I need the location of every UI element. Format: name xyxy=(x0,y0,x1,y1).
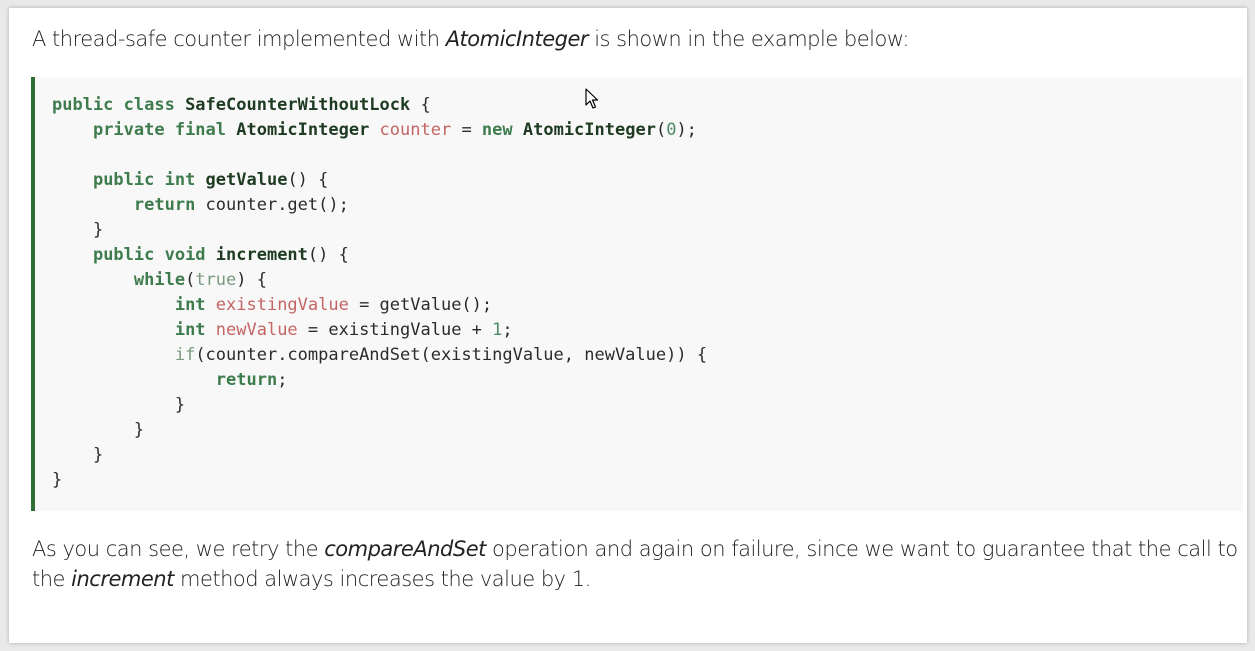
outro-text-1: As you can see, we retry the xyxy=(32,537,325,561)
code-line: } xyxy=(52,420,145,440)
code-line: } xyxy=(52,445,104,465)
mouse-pointer-icon xyxy=(585,88,599,109)
code-line: private final AtomicInteger counter = ne… xyxy=(92,120,697,140)
code-line: if(counter.compareAndSet(existingValue, … xyxy=(174,345,708,365)
code-line: public class SafeCounterWithoutLock { xyxy=(52,95,431,115)
intro-emphasis: AtomicInteger xyxy=(445,27,589,51)
outro-text-3: method always increases the value by 1. xyxy=(173,567,591,591)
code-line: return; xyxy=(215,370,288,390)
code-listing: public class SafeCounterWithoutLock { pr… xyxy=(52,93,707,493)
code-line: int newValue = existingValue + 1; xyxy=(174,320,513,340)
code-block: public class SafeCounterWithoutLock { pr… xyxy=(31,77,1243,511)
code-line: } xyxy=(52,395,186,415)
outro-emphasis-1: compareAndSet xyxy=(324,537,486,561)
code-line: int existingValue = getValue(); xyxy=(174,295,493,315)
intro-paragraph: A thread-safe counter implemented with A… xyxy=(32,24,1222,54)
outro-emphasis-2: increment xyxy=(71,567,174,591)
code-line: public void increment() { xyxy=(92,245,349,265)
code-line: } xyxy=(52,220,104,240)
code-line: public int getValue() { xyxy=(92,170,329,190)
outro-paragraph: As you can see, we retry the compareAndS… xyxy=(32,534,1242,594)
intro-text-before: A thread-safe counter implemented with xyxy=(32,27,446,51)
article-card: A thread-safe counter implemented with A… xyxy=(9,8,1247,643)
code-line: while(true) { xyxy=(133,270,267,290)
intro-text-after: is shown in the example below: xyxy=(588,27,909,51)
code-line: return counter.get(); xyxy=(133,195,349,215)
code-line: } xyxy=(52,470,63,490)
